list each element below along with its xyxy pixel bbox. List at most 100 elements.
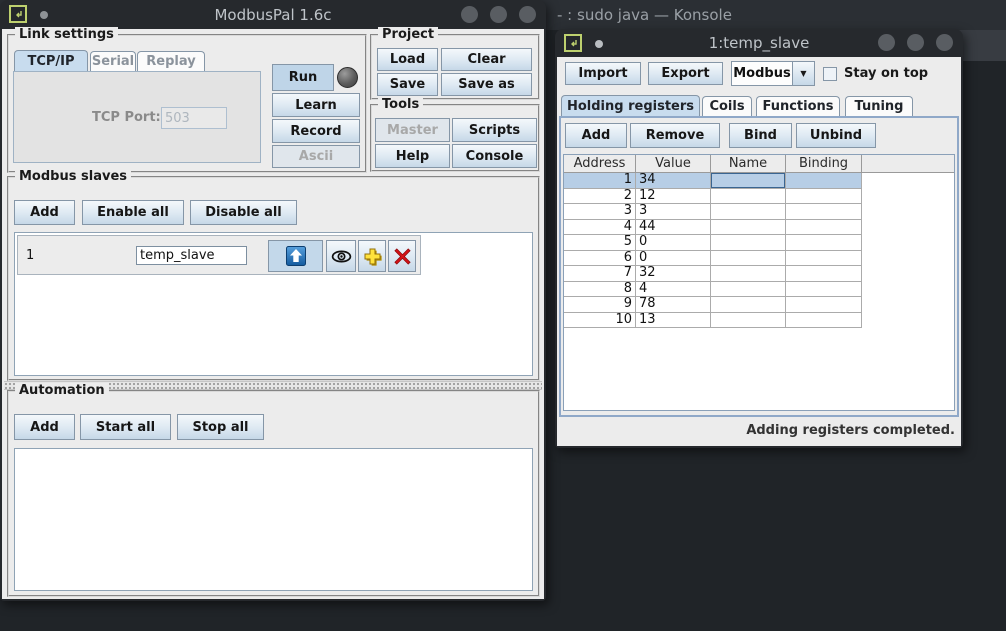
cell-address[interactable]: 6 xyxy=(564,251,636,267)
cell-name[interactable] xyxy=(711,235,786,251)
table-row[interactable]: 444 xyxy=(564,220,954,236)
cell-value[interactable]: 44 xyxy=(636,220,711,236)
delete-slave-button[interactable] xyxy=(388,240,416,272)
cell-name[interactable] xyxy=(711,313,786,329)
cell-binding[interactable] xyxy=(786,220,862,236)
register-add-button[interactable]: Add xyxy=(565,123,627,148)
cell-address[interactable]: 9 xyxy=(564,297,636,313)
cell-value[interactable]: 0 xyxy=(636,235,711,251)
help-button[interactable]: Help xyxy=(375,144,450,168)
table-row[interactable]: 732 xyxy=(564,266,954,282)
cell-name[interactable] xyxy=(711,204,786,220)
modbuspal-titlebar[interactable]: ModbusPal 1.6c xyxy=(0,0,546,29)
cell-value[interactable]: 13 xyxy=(636,313,711,329)
register-bind-button[interactable]: Bind xyxy=(729,123,792,148)
cell-filler[interactable] xyxy=(862,297,954,313)
cell-address[interactable]: 3 xyxy=(564,204,636,220)
cell-filler[interactable] xyxy=(862,266,954,282)
cell-address[interactable]: 1 xyxy=(564,173,636,189)
record-button[interactable]: Record xyxy=(272,119,360,143)
maximize-button[interactable] xyxy=(490,6,507,23)
import-button[interactable]: Import xyxy=(565,62,641,85)
cell-filler[interactable] xyxy=(862,220,954,236)
scripts-button[interactable]: Scripts xyxy=(452,118,537,142)
ascii-button[interactable]: Ascii xyxy=(272,145,360,168)
start-all-button[interactable]: Start all xyxy=(80,414,171,440)
run-button[interactable]: Run xyxy=(272,64,334,91)
cell-value[interactable]: 3 xyxy=(636,204,711,220)
cell-binding[interactable] xyxy=(786,173,862,189)
learn-button[interactable]: Learn xyxy=(272,93,360,117)
slave-titlebar[interactable]: 1:temp_slave xyxy=(555,29,963,57)
cell-address[interactable]: 10 xyxy=(564,313,636,329)
cell-name[interactable] xyxy=(711,173,786,189)
table-row[interactable]: 60 xyxy=(564,251,954,267)
show-slave-button[interactable] xyxy=(326,240,356,272)
table-row[interactable]: 50 xyxy=(564,235,954,251)
register-unbind-button[interactable]: Unbind xyxy=(796,123,876,148)
automation-add-button[interactable]: Add xyxy=(14,414,75,440)
maximize-button[interactable] xyxy=(907,34,924,51)
column-header-value[interactable]: Value xyxy=(636,155,711,173)
mode-combobox[interactable]: Modbus ▼ xyxy=(731,61,815,86)
minimize-button[interactable] xyxy=(461,6,478,23)
disable-all-button[interactable]: Disable all xyxy=(190,200,297,225)
column-header-address[interactable]: Address xyxy=(564,155,636,173)
slave-name-input[interactable] xyxy=(136,246,247,265)
tab-functions[interactable]: Functions xyxy=(756,96,840,116)
register-remove-button[interactable]: Remove xyxy=(630,123,720,148)
stop-all-button[interactable]: Stop all xyxy=(177,414,264,440)
cell-filler[interactable] xyxy=(862,235,954,251)
cell-value[interactable]: 32 xyxy=(636,266,711,282)
clear-button[interactable]: Clear xyxy=(441,48,532,71)
save-as-button[interactable]: Save as xyxy=(441,73,532,96)
cell-name[interactable] xyxy=(711,282,786,298)
tab-tcpip[interactable]: TCP/IP xyxy=(14,50,88,71)
stay-on-top-checkbox[interactable] xyxy=(823,67,837,81)
cell-value[interactable]: 78 xyxy=(636,297,711,313)
cell-name[interactable] xyxy=(711,189,786,205)
cell-filler[interactable] xyxy=(862,204,954,220)
save-button[interactable]: Save xyxy=(377,73,438,96)
tab-holding-registers[interactable]: Holding registers xyxy=(561,95,700,116)
cell-value[interactable]: 4 xyxy=(636,282,711,298)
cell-address[interactable]: 2 xyxy=(564,189,636,205)
table-row[interactable]: 1013 xyxy=(564,313,954,329)
cell-binding[interactable] xyxy=(786,189,862,205)
duplicate-slave-button[interactable] xyxy=(358,240,386,272)
tcp-port-input[interactable] xyxy=(161,107,227,129)
cell-value[interactable]: 34 xyxy=(636,173,711,189)
cell-binding[interactable] xyxy=(786,282,862,298)
cell-name[interactable] xyxy=(711,266,786,282)
slave-enabled-toggle[interactable] xyxy=(268,240,323,272)
cell-binding[interactable] xyxy=(786,235,862,251)
cell-address[interactable]: 8 xyxy=(564,282,636,298)
tab-coils[interactable]: Coils xyxy=(702,96,752,116)
cell-value[interactable]: 0 xyxy=(636,251,711,267)
master-button[interactable]: Master xyxy=(375,118,450,142)
cell-address[interactable]: 4 xyxy=(564,220,636,236)
cell-binding[interactable] xyxy=(786,266,862,282)
cell-address[interactable]: 5 xyxy=(564,235,636,251)
tab-tuning[interactable]: Tuning xyxy=(845,96,913,116)
close-button[interactable] xyxy=(519,6,536,23)
tab-serial[interactable]: Serial xyxy=(90,51,136,71)
cell-binding[interactable] xyxy=(786,297,862,313)
close-button[interactable] xyxy=(936,34,953,51)
load-button[interactable]: Load xyxy=(377,48,438,71)
slave-row[interactable]: 1 xyxy=(17,235,421,275)
cell-address[interactable]: 7 xyxy=(564,266,636,282)
minimize-button[interactable] xyxy=(878,34,895,51)
table-row[interactable]: 212 xyxy=(564,189,954,205)
slave-add-button[interactable]: Add xyxy=(14,200,75,225)
column-header-binding[interactable]: Binding xyxy=(786,155,862,173)
cell-name[interactable] xyxy=(711,297,786,313)
console-button[interactable]: Console xyxy=(452,144,537,168)
chevron-down-icon[interactable]: ▼ xyxy=(792,62,814,85)
export-button[interactable]: Export xyxy=(648,62,723,85)
enable-all-button[interactable]: Enable all xyxy=(82,200,184,225)
cell-filler[interactable] xyxy=(862,282,954,298)
cell-binding[interactable] xyxy=(786,251,862,267)
column-header-name[interactable]: Name xyxy=(711,155,786,173)
cell-filler[interactable] xyxy=(862,313,954,329)
